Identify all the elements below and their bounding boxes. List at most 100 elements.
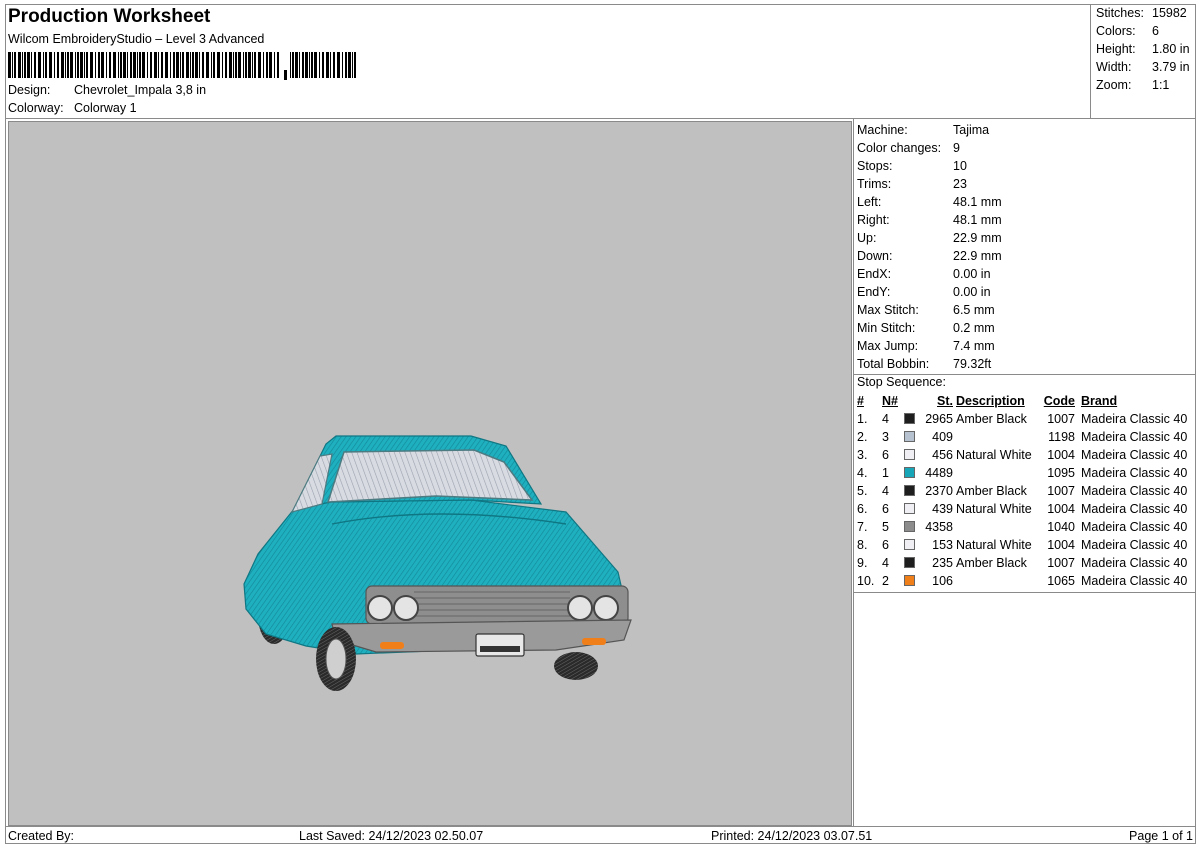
- thread-code: 1007: [1047, 484, 1075, 498]
- stop-sequence-row: 9. 4 235 Amber Black 1007 Madeira Classic 40: [854, 554, 1196, 572]
- stop-sequence-header: # N# St. Description Code Brand: [854, 392, 1196, 410]
- col-brand-header: Brand: [1081, 394, 1118, 408]
- info-value: 0.2 mm: [953, 321, 995, 335]
- worksheet-header: Production Worksheet Wilcom EmbroiderySt…: [6, 5, 1090, 118]
- info-value: Tajima: [953, 123, 990, 137]
- info-value: 48.1 mm: [953, 213, 1002, 227]
- row-number: 1.: [857, 412, 868, 426]
- needle-number: 1: [882, 466, 889, 480]
- needle-number: 3: [882, 430, 889, 444]
- page-number: Page 1 of 1: [1129, 829, 1193, 843]
- row-number: 2.: [857, 430, 868, 444]
- needle-number: 5: [882, 520, 889, 534]
- machine-info-row: Total Bobbin: 79.32ft: [857, 355, 991, 373]
- col-stitches-header: St.: [937, 394, 953, 408]
- info-value: 0.00 in: [953, 267, 991, 281]
- info-value: 22.9 mm: [953, 231, 1002, 245]
- colorway-label: Colorway:: [8, 101, 64, 115]
- info-label: Right:: [857, 213, 890, 227]
- info-label: Max Stitch:: [857, 303, 919, 317]
- thread-brand: Madeira Classic 40: [1081, 574, 1188, 588]
- colorway-row: Colorway: Colorway 1: [8, 101, 137, 115]
- design-value: Chevrolet_Impala 3,8 in: [74, 83, 207, 97]
- thread-code: 1004: [1047, 538, 1075, 552]
- thread-description: Natural White: [956, 448, 1032, 462]
- info-label: Max Jump:: [857, 339, 919, 353]
- row-number: 10.: [857, 574, 875, 588]
- info-label: Color changes:: [857, 141, 942, 155]
- needle-number: 6: [882, 502, 889, 516]
- thread-brand: Madeira Classic 40: [1081, 448, 1188, 462]
- needle-number: 4: [882, 484, 889, 498]
- info-label: Up:: [857, 231, 877, 245]
- machine-info-row: Trims: 23: [857, 175, 967, 193]
- col-num-header: #: [857, 394, 864, 408]
- page-title: Production Worksheet: [8, 6, 211, 27]
- color-swatch: [904, 431, 915, 442]
- color-swatch: [904, 449, 915, 460]
- thread-code: 1004: [1047, 502, 1075, 516]
- stat-stitches: Stitches: 15982: [1096, 6, 1187, 20]
- stop-sequence-end-divider: [854, 592, 1196, 593]
- stop-sequence-row: 10. 2 106 1065 Madeira Classic 40: [854, 572, 1196, 590]
- design-preview-canvas: [8, 121, 852, 826]
- machine-info-row: Left: 48.1 mm: [857, 193, 1002, 211]
- stop-sequence-row: 8. 6 153 Natural White 1004 Madeira Classic 4…: [854, 536, 1196, 554]
- machine-info-row: Machine: Tajima: [857, 121, 989, 139]
- color-swatch: [904, 485, 915, 496]
- thread-description: Amber Black: [956, 484, 1027, 498]
- thread-brand: Madeira Classic 40: [1081, 430, 1188, 444]
- color-swatch: [904, 557, 915, 568]
- thread-brand: Madeira Classic 40: [1081, 466, 1188, 480]
- needle-number: 6: [882, 538, 889, 552]
- stop-sequence-row: 7. 5 4358 1040 Madeira Classic 40: [854, 518, 1196, 536]
- color-swatch: [904, 413, 915, 424]
- color-swatch: [904, 521, 915, 532]
- thread-description: Natural White: [956, 538, 1032, 552]
- needle-number: 4: [882, 556, 889, 570]
- info-value: 22.9 mm: [953, 249, 1002, 263]
- col-needle-header: N#: [882, 394, 898, 408]
- stitch-count: 409: [932, 430, 953, 444]
- stat-height: Height: 1.80 in: [1096, 42, 1190, 56]
- thread-brand: Madeira Classic 40: [1081, 502, 1188, 516]
- info-value: 0.00 in: [953, 285, 991, 299]
- stop-sequence-row: 5. 4 2370 Amber Black 1007 Madeira Classic 40: [854, 482, 1196, 500]
- machine-info-row: Right: 48.1 mm: [857, 211, 1002, 229]
- thread-code: 1007: [1047, 556, 1075, 570]
- thread-brand: Madeira Classic 40: [1081, 412, 1188, 426]
- thread-brand: Madeira Classic 40: [1081, 538, 1188, 552]
- thread-code: 1065: [1047, 574, 1075, 588]
- info-value: 48.1 mm: [953, 195, 1002, 209]
- color-swatch: [904, 503, 915, 514]
- machine-info-row: EndY: 0.00 in: [857, 283, 991, 301]
- worksheet-footer: Created By: Last Saved: 24/12/2023 02.50…: [6, 826, 1196, 844]
- color-swatch: [904, 539, 915, 550]
- stitch-count: 2370: [925, 484, 953, 498]
- color-swatch: [904, 467, 915, 478]
- info-label: Machine:: [857, 123, 908, 137]
- stitch-count: 4489: [925, 466, 953, 480]
- thread-brand: Madeira Classic 40: [1081, 484, 1188, 498]
- machine-info-row: Down: 22.9 mm: [857, 247, 1002, 265]
- software-subtitle: Wilcom EmbroideryStudio – Level 3 Advanc…: [8, 32, 265, 46]
- machine-info-row: Up: 22.9 mm: [857, 229, 1002, 247]
- stitch-count: 2965: [925, 412, 953, 426]
- row-number: 7.: [857, 520, 868, 534]
- embroidery-car-image: [243, 435, 632, 691]
- info-label: Trims:: [857, 177, 892, 191]
- machine-info-row: Min Stitch: 0.2 mm: [857, 319, 995, 337]
- stop-sequence-row: 3. 6 456 Natural White 1004 Madeira Classic 4…: [854, 446, 1196, 464]
- stitch-count: 235: [932, 556, 953, 570]
- row-number: 9.: [857, 556, 868, 570]
- thread-code: 1004: [1047, 448, 1075, 462]
- info-label: Stops:: [857, 159, 893, 173]
- thread-description: Amber Black: [956, 556, 1027, 570]
- stitch-count: 153: [932, 538, 953, 552]
- needle-number: 4: [882, 412, 889, 426]
- created-by: Created By:: [8, 829, 75, 843]
- row-number: 8.: [857, 538, 868, 552]
- col-code-header: Code: [1043, 394, 1075, 408]
- stop-sequence-row: 1. 4 2965 Amber Black 1007 Madeira Classic 40: [854, 410, 1196, 428]
- design-row: Design: Chevrolet_Impala 3,8 in: [8, 83, 206, 97]
